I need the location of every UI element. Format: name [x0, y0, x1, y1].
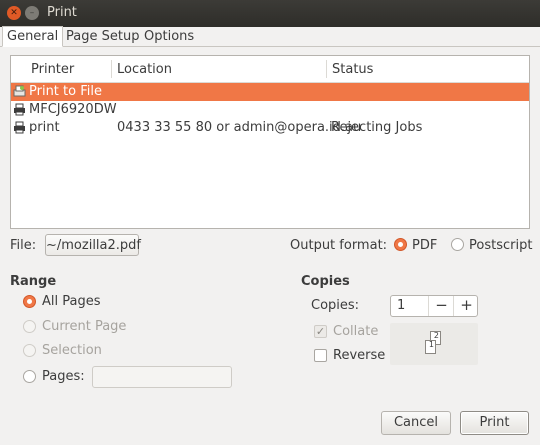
printer-row-mfcj6920dw[interactable]: MFCJ6920DW [11, 101, 529, 119]
tab-page-setup[interactable]: Page Setup [62, 27, 143, 46]
postscript-radio[interactable] [451, 238, 464, 251]
collate-label: Collate [333, 324, 379, 339]
printer-location: 0433 33 55 80 or admin@opera.id.au [117, 120, 362, 135]
printer-row-print-to-file[interactable]: Print to File [11, 83, 529, 101]
copies-heading: Copies [301, 274, 350, 289]
tab-general[interactable]: General [2, 26, 64, 47]
printer-name: MFCJ6920DW [29, 102, 117, 117]
window-titlebar: ✕ – Print [0, 0, 540, 27]
pdf-radio-label[interactable]: PDF [412, 238, 437, 253]
collate-page-sheet: 1 [425, 340, 436, 354]
selection-label: Selection [42, 343, 102, 358]
pages-radio[interactable] [23, 370, 36, 383]
collate-checkbox: ✓ [314, 325, 327, 338]
printer-row-print[interactable]: print 0433 33 55 80 or admin@opera.id.au… [11, 119, 529, 137]
column-header-status[interactable]: Status [332, 62, 373, 77]
file-label: File: [10, 238, 37, 253]
column-header-location[interactable]: Location [117, 62, 172, 77]
decrement-button[interactable]: − [428, 296, 454, 316]
postscript-radio-label[interactable]: Postscript [469, 238, 532, 253]
print-to-file-icon [13, 85, 26, 97]
reverse-checkbox[interactable] [314, 349, 327, 362]
selection-radio [23, 344, 36, 357]
range-heading: Range [10, 274, 57, 289]
current-page-radio [23, 320, 36, 333]
pages-input[interactable] [92, 366, 232, 388]
all-pages-label[interactable]: All Pages [42, 294, 101, 309]
copies-label: Copies: [311, 298, 360, 313]
cancel-button[interactable]: Cancel [381, 411, 451, 435]
printer-name: print [29, 120, 60, 135]
column-separator [326, 60, 327, 78]
printer-name: Print to File [29, 84, 102, 99]
collate-preview: 2 1 [390, 323, 478, 365]
current-page-label: Current Page [42, 319, 127, 334]
copies-spinbutton[interactable]: 1 − + [390, 295, 478, 317]
printer-list[interactable]: Printer Location Status Print to File MF… [10, 55, 530, 229]
reverse-label[interactable]: Reverse [333, 348, 385, 363]
window-title: Print [47, 5, 77, 20]
column-separator [111, 60, 112, 78]
all-pages-radio[interactable] [23, 295, 36, 308]
printer-status: Rejecting Jobs [331, 120, 423, 135]
increment-button[interactable]: + [453, 296, 479, 316]
output-format-label: Output format: [290, 238, 388, 253]
pdf-radio[interactable] [394, 238, 407, 251]
tab-bar: General Page Setup Options [0, 26, 540, 47]
file-chooser-button[interactable]: ~/mozilla2.pdf [45, 234, 141, 256]
print-button[interactable]: Print [460, 411, 529, 435]
close-icon[interactable]: ✕ [7, 6, 21, 20]
printer-icon [14, 103, 25, 116]
pages-label[interactable]: Pages: [42, 369, 85, 384]
printer-list-header: Printer Location Status [11, 56, 529, 83]
tab-options[interactable]: Options [140, 27, 198, 46]
printer-icon [14, 121, 25, 134]
copies-value[interactable]: 1 [397, 298, 405, 313]
minimize-icon[interactable]: – [25, 6, 39, 20]
column-header-printer[interactable]: Printer [31, 62, 74, 77]
